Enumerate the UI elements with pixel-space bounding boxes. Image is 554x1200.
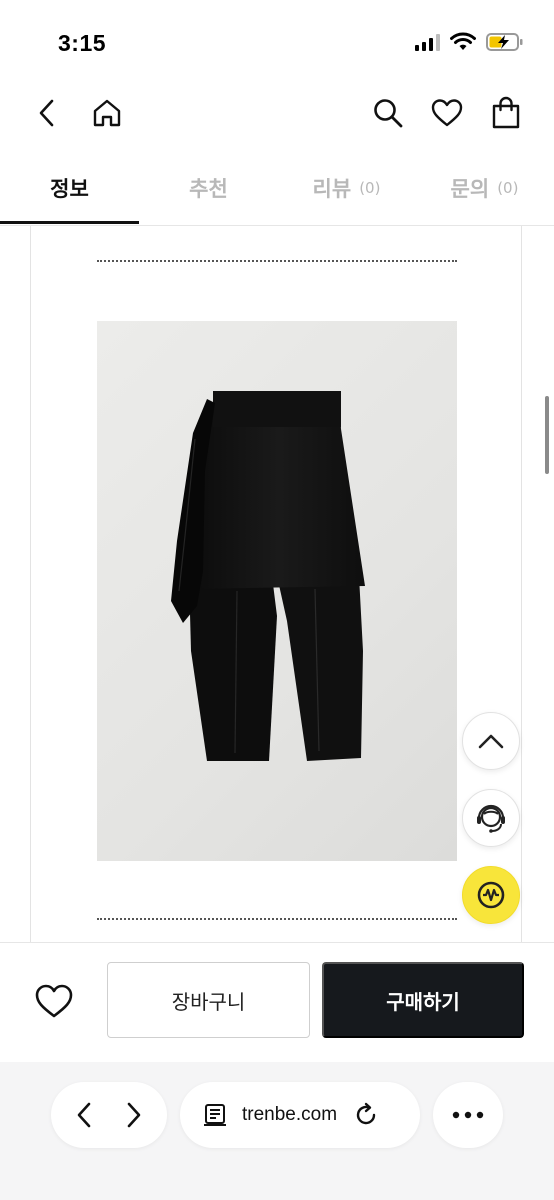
forward-chevron-icon[interactable]: [122, 1100, 144, 1130]
product-image: [97, 321, 457, 861]
tab-reviews[interactable]: 리뷰 (0): [277, 150, 416, 226]
chevron-up-icon: [478, 734, 504, 749]
scrollbar[interactable]: [545, 396, 549, 474]
search-icon: [374, 99, 403, 128]
waveform-logo-icon: [477, 881, 505, 909]
top-nav: [0, 80, 554, 146]
tab-count: (0): [497, 179, 519, 197]
address-bar[interactable]: trenbe.com: [180, 1082, 420, 1148]
divider: [97, 260, 457, 262]
url-text: trenbe.com: [242, 1104, 338, 1125]
buy-now-button[interactable]: 구매하기: [322, 962, 524, 1038]
back-chevron-icon[interactable]: [74, 1100, 96, 1130]
battery-charging-icon: [486, 33, 523, 51]
home-button[interactable]: [86, 92, 128, 134]
search-button[interactable]: [367, 92, 409, 134]
reload-icon[interactable]: [353, 1102, 379, 1128]
status-icons: [415, 32, 524, 52]
cart-button[interactable]: [485, 92, 527, 134]
product-detail-content[interactable]: [30, 226, 522, 942]
add-to-cart-button[interactable]: 장바구니: [107, 962, 310, 1038]
tab-label: 추천: [189, 177, 228, 201]
wishlist-toggle-button[interactable]: [30, 979, 78, 1023]
divider: [97, 918, 457, 920]
back-button[interactable]: [26, 92, 68, 134]
tab-label: 정보: [50, 177, 89, 201]
active-tab-indicator: [0, 221, 139, 224]
wifi-icon: [450, 32, 476, 50]
browser-toolbar: trenbe.com: [0, 1062, 554, 1200]
heart-icon: [35, 984, 73, 1018]
back-arrow-icon: [39, 99, 54, 127]
heart-icon: [431, 99, 463, 127]
cellular-signal-icon: [415, 33, 440, 51]
shopping-bag-icon: [492, 96, 520, 129]
purchase-bar: 장바구니 구매하기: [0, 942, 554, 1062]
more-options-button[interactable]: [433, 1082, 503, 1148]
tab-info[interactable]: 정보: [0, 150, 139, 226]
status-bar: 3:15: [0, 0, 554, 80]
history-nav-pill: [51, 1082, 167, 1148]
customer-support-icon: [477, 804, 505, 833]
more-dots-icon: [452, 1111, 484, 1119]
live-chat-button[interactable]: [462, 866, 520, 924]
page-icon[interactable]: [202, 1102, 228, 1128]
tab-recommend[interactable]: 추천: [139, 150, 278, 226]
scroll-to-top-button[interactable]: [462, 712, 520, 770]
home-icon: [93, 99, 121, 127]
wishlist-button[interactable]: [426, 92, 468, 134]
tab-inquiries[interactable]: 문의 (0): [415, 150, 554, 226]
product-tabs: 정보 추천 리뷰 (0) 문의 (0): [0, 150, 554, 226]
customer-support-button[interactable]: [462, 789, 520, 847]
tab-count: (0): [359, 179, 381, 197]
status-time: 3:15: [58, 30, 107, 56]
tab-label: 리뷰: [312, 177, 352, 201]
pants-with-skirt-illustration: [171, 391, 365, 761]
tab-label: 문의: [450, 177, 490, 201]
